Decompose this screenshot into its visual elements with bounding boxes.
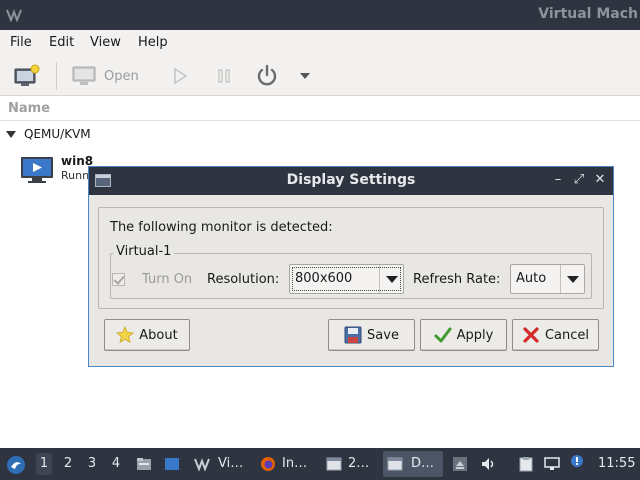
detected-label: The following monitor is detected: (110, 220, 333, 235)
menu-edit[interactable]: Edit (49, 35, 74, 50)
play-icon (174, 67, 188, 85)
save-button[interactable]: Save (328, 319, 415, 351)
task-label: 2… (348, 456, 370, 471)
resolution-dropdown-icon[interactable] (379, 265, 403, 293)
desktop-icon[interactable] (164, 456, 180, 472)
task-display-settings[interactable]: D… (383, 451, 443, 477)
shutdown-menu-button[interactable] (298, 61, 312, 91)
power-icon (257, 64, 277, 86)
volume-icon[interactable] (480, 456, 496, 472)
refresh-rate-select[interactable]: Auto (510, 264, 585, 294)
apply-button[interactable]: Apply (420, 319, 507, 351)
open-button[interactable]: Open (72, 61, 139, 91)
close-button[interactable]: ✕ (593, 172, 607, 188)
toolbar-separator (56, 62, 57, 90)
column-name[interactable]: Name (8, 101, 50, 116)
run-button[interactable] (172, 61, 188, 91)
task-virt-manager[interactable]: Vi… (190, 451, 250, 477)
connection-row[interactable]: QEMU/KVM (6, 127, 91, 141)
pause-button[interactable] (216, 61, 232, 91)
new-vm-button[interactable] (14, 61, 40, 91)
vm-list-header: Name (0, 97, 640, 121)
checkmark-icon (434, 327, 452, 343)
new-vm-icon (14, 64, 40, 86)
menu-view[interactable]: View (90, 35, 121, 50)
clock[interactable]: 11:55 (598, 456, 635, 471)
resolution-value: 800x600 (295, 271, 353, 286)
task-label: In… (282, 456, 308, 471)
task-label: Vi… (218, 456, 244, 471)
workspace-1[interactable]: 1 (36, 453, 52, 475)
task-firefox[interactable]: In… (256, 451, 318, 477)
notification-icon[interactable] (570, 454, 584, 468)
file-manager-icon[interactable] (136, 456, 152, 472)
menu-file[interactable]: File (10, 35, 32, 50)
workspace-2[interactable]: 2 (60, 456, 76, 471)
vm-status: Runn (61, 169, 90, 182)
vmm-titlebar[interactable]: Virtual Mach (0, 0, 640, 30)
virt-manager-icon (194, 458, 210, 472)
console-icon (72, 66, 96, 85)
apply-label: Apply (456, 327, 494, 343)
toolbar: Open (0, 56, 640, 96)
shutdown-button[interactable] (255, 61, 279, 91)
menubar: File Edit View Help (0, 30, 640, 56)
workspace-3[interactable]: 3 (84, 456, 100, 471)
taskbar: 1 2 3 4 Vi… In… 2… D… 11:55 (0, 448, 640, 480)
workspace-4[interactable]: 4 (108, 456, 124, 471)
about-button[interactable]: About (104, 319, 190, 351)
firefox-icon (261, 457, 275, 471)
cancel-button[interactable]: Cancel (512, 319, 599, 351)
turn-on-checkbox[interactable] (112, 273, 125, 286)
chevron-down-icon (300, 73, 310, 79)
expander-icon[interactable] (6, 130, 16, 138)
floppy-icon (344, 326, 362, 344)
eject-icon[interactable] (452, 456, 468, 472)
refresh-rate-label: Refresh Rate: (413, 272, 501, 287)
vm-running-icon (21, 157, 53, 183)
refresh-rate-value: Auto (516, 271, 547, 286)
monitor-name: Virtual-1 (113, 244, 175, 259)
maximize-button[interactable]: ⤢ (572, 172, 586, 188)
save-label: Save (367, 327, 399, 343)
resolution-select[interactable]: 800x600 (289, 264, 404, 294)
display-settings-dialog: Display Settings – ⤢ ✕ The following mon… (88, 166, 614, 367)
cancel-x-icon (523, 327, 539, 343)
network-icon[interactable] (544, 456, 560, 472)
connection-name: QEMU/KVM (24, 127, 91, 141)
about-label: About (139, 327, 178, 343)
clipboard-icon[interactable] (518, 456, 534, 472)
star-icon (116, 326, 135, 344)
task-label: D… (411, 456, 435, 471)
turn-on-label: Turn On (142, 272, 193, 287)
refresh-rate-dropdown-icon[interactable] (560, 265, 584, 293)
dialog-title: Display Settings (286, 172, 416, 188)
minimize-button[interactable]: – (551, 172, 565, 188)
cancel-label: Cancel (544, 327, 590, 343)
dialog-titlebar[interactable]: Display Settings – ⤢ ✕ (89, 167, 613, 195)
resolution-label: Resolution: (207, 272, 280, 287)
pause-icon (218, 69, 230, 83)
task-window-2[interactable]: 2… (322, 451, 378, 477)
vmm-window-title: Virtual Mach (538, 6, 638, 22)
vmm-logo-icon (6, 9, 22, 22)
open-label: Open (104, 68, 139, 84)
window-icon (326, 457, 342, 471)
menu-help[interactable]: Help (138, 35, 168, 50)
start-menu-icon[interactable] (6, 455, 26, 475)
window-icon (387, 457, 403, 471)
